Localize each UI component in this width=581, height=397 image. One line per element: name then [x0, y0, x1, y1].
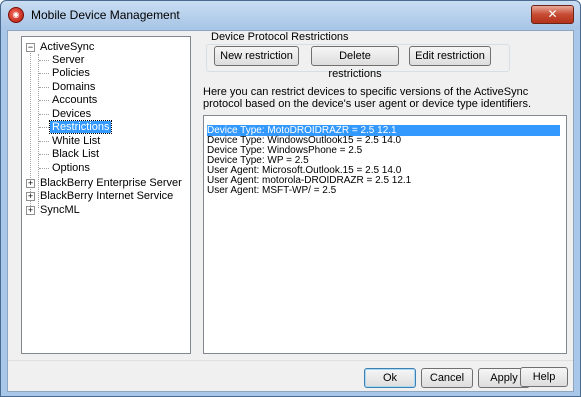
- tree-connector: [39, 100, 49, 101]
- tree-item-domains[interactable]: Domains: [50, 81, 97, 94]
- footer-separator: [8, 360, 573, 361]
- tree-item-accounts[interactable]: Accounts: [50, 94, 99, 107]
- tree-item-policies[interactable]: Policies: [50, 67, 92, 80]
- expand-syncml-icon[interactable]: +: [26, 206, 35, 215]
- tree-connector: [39, 114, 49, 115]
- list-item[interactable]: User Agent: MSFT-WP/ = 2.5: [207, 185, 336, 196]
- new-restriction-button[interactable]: New restriction: [214, 46, 299, 66]
- title-bar[interactable]: ◉ Mobile Device Management ✕: [1, 1, 580, 29]
- window-title: Mobile Device Management: [31, 8, 180, 22]
- description-text: Here you can restrict devices to specifi…: [203, 86, 532, 110]
- tree-connector: [39, 141, 49, 142]
- ok-button[interactable]: Ok: [364, 368, 416, 388]
- delete-restrictions-button[interactable]: Delete restrictions: [311, 46, 399, 80]
- tree-connector: [39, 168, 49, 169]
- settings-tree[interactable]: − ActiveSync Server Policies Domains Acc…: [21, 36, 191, 354]
- tree-item-syncml[interactable]: SyncML: [38, 204, 82, 217]
- collapse-activesync-icon[interactable]: −: [26, 43, 35, 52]
- mobile-device-management-window: ◉ Mobile Device Management ✕ − ActiveSyn…: [0, 0, 581, 397]
- tree-connector: [39, 154, 49, 155]
- cancel-button[interactable]: Cancel: [421, 368, 473, 388]
- tree-connector: [39, 127, 49, 128]
- close-button[interactable]: ✕: [531, 5, 574, 24]
- tree-item-options[interactable]: Options: [50, 162, 92, 175]
- dialog-client-area: − ActiveSync Server Policies Domains Acc…: [7, 30, 574, 392]
- tree-item-activesync[interactable]: ActiveSync: [38, 41, 96, 54]
- tree-connector: [39, 87, 49, 88]
- group-title: Device Protocol Restrictions: [208, 31, 352, 43]
- tree-item-restrictions[interactable]: Restrictions: [48, 120, 113, 134]
- tree-connector: [39, 60, 49, 61]
- tree-connector: [39, 73, 49, 74]
- edit-restriction-button[interactable]: Edit restriction: [409, 46, 491, 66]
- help-button[interactable]: Help: [520, 367, 568, 387]
- app-icon: ◉: [8, 7, 24, 23]
- tree-connector: [30, 48, 31, 214]
- tree-item-blackberry-enterprise-server[interactable]: BlackBerry Enterprise Server: [38, 177, 184, 190]
- restrictions-list[interactable]: Device Type: MotoDROIDRAZR = 2.5 12.1 De…: [203, 115, 567, 354]
- tree-item-white-list[interactable]: White List: [50, 135, 102, 148]
- expand-blackberry-internet-icon[interactable]: +: [26, 192, 35, 201]
- expand-blackberry-enterprise-icon[interactable]: +: [26, 179, 35, 188]
- tree-item-black-list[interactable]: Black List: [50, 148, 101, 161]
- tree-item-blackberry-internet-service[interactable]: BlackBerry Internet Service: [38, 190, 175, 203]
- tree-item-devices[interactable]: Devices: [50, 108, 93, 121]
- tree-item-server[interactable]: Server: [50, 54, 86, 67]
